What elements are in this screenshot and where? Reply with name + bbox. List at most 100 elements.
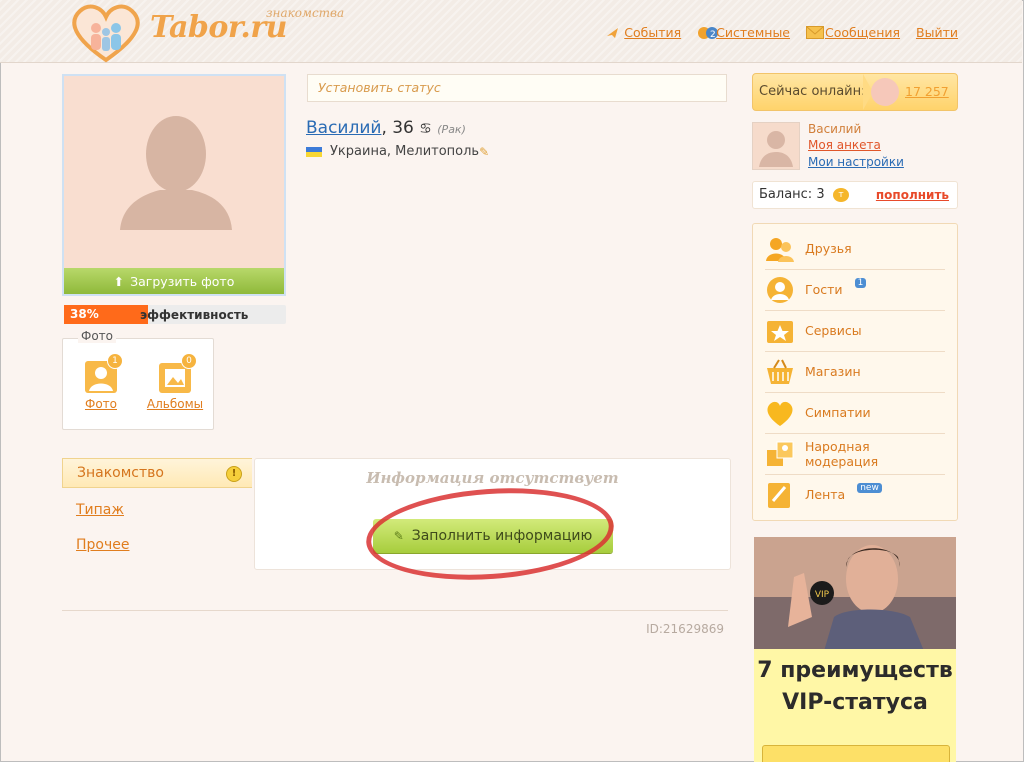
feed-icon [765, 481, 795, 509]
svg-text:2: 2 [710, 30, 716, 40]
balance-box: Баланс: 3 т пополнить [752, 181, 958, 209]
moderation-icon [765, 440, 795, 468]
my-name: Василий [808, 122, 862, 136]
my-avatar[interactable] [752, 122, 800, 170]
photo-count-badge: 1 [107, 353, 123, 369]
albums-icon: 0 [159, 353, 197, 393]
sidebar-item-moderation[interactable]: Народная модерация [765, 433, 945, 475]
sidebar-item-friends[interactable]: Друзья [765, 228, 945, 270]
photo-link[interactable]: Фото [83, 397, 119, 411]
sidebar-item-services[interactable]: Сервисы [765, 310, 945, 352]
avatar-photo[interactable]: ⬆ Загрузить фото [62, 74, 286, 296]
my-profile-link[interactable]: Моя анкета [808, 138, 881, 152]
tab-other[interactable]: Прочее [62, 533, 252, 558]
sidebar-item-likes[interactable]: Симпатии [765, 392, 945, 434]
nav-logout-label: Выйти [916, 25, 958, 40]
efficiency-bar: 38% эффективность [64, 305, 286, 324]
basket-icon [765, 358, 795, 386]
coin-icon: т [833, 188, 849, 202]
sidebar-item-guests[interactable]: Гости 1 [765, 269, 945, 311]
sidebar-menu: Друзья Гости 1 Сервисы Магазин Симпатии Н… [752, 223, 958, 521]
tab-dating-label: Знакомство [77, 465, 164, 481]
online-count-link[interactable]: 17 257 [905, 84, 949, 99]
user-location: Украина, Мелитополь ✎ [306, 144, 489, 159]
ukraine-flag-icon [306, 146, 322, 157]
divider [62, 610, 728, 611]
ad-title: 7 преимуществ VIP-статуса [754, 655, 956, 719]
ad-vip-badge: VIP [815, 590, 830, 600]
online-label: Сейчас онлайн: [759, 84, 866, 99]
ad-person-illustration: VIP [754, 537, 956, 651]
photo-section-title: Фото [78, 329, 117, 343]
sidebar-item-label: Магазин [805, 364, 861, 379]
efficiency-percent: 38% [70, 307, 99, 321]
ad-title-line2: VIP-статуса [782, 690, 928, 715]
zodiac-name: (Рак) [437, 123, 466, 136]
warning-icon: ! [226, 466, 242, 482]
info-icon: 2 [697, 26, 719, 40]
albums-item[interactable]: 0 Альбомы [145, 353, 205, 411]
top-nav: События 2 Системные Сообщения Выйти [605, 25, 958, 40]
sidebar-item-label: Симпатии [805, 405, 871, 420]
bell-icon [605, 26, 620, 39]
user-name-link[interactable]: Василий [306, 118, 381, 138]
logo-heart-icon [72, 4, 140, 63]
nav-system-link[interactable]: 2 Системные [697, 25, 790, 40]
nav-logout-link[interactable]: Выйти [916, 25, 958, 40]
status-input[interactable]: Установить статус [307, 74, 727, 102]
nav-messages-link[interactable]: Сообщения [806, 25, 900, 40]
upload-arrow-icon: ⬆ [113, 273, 125, 289]
guests-badge: 1 [854, 277, 867, 288]
nav-system-label: Системные [716, 25, 790, 40]
header: знакомства Tabor.ru События 2 Системные … [0, 0, 1022, 63]
friends-icon [765, 235, 795, 263]
heart-icon [765, 399, 795, 427]
user-id: ID:21629869 [646, 622, 724, 636]
sidebar-item-label: Сервисы [805, 323, 862, 338]
nav-messages-label: Сообщения [825, 25, 901, 40]
sidebar-item-label: Лента [805, 487, 846, 502]
guests-icon [765, 276, 795, 304]
star-icon [765, 317, 795, 345]
tab-type[interactable]: Типаж [62, 498, 252, 523]
nav-events-label: События [624, 25, 682, 40]
albums-link[interactable]: Альбомы [145, 397, 205, 411]
ad-caption: 7 преимуществ VIP-статуса [754, 649, 956, 762]
user-age: , 36 [381, 118, 414, 138]
photo-item[interactable]: 1 Фото [83, 353, 123, 411]
ad-photo: VIP [754, 537, 956, 651]
sidebar-item-label: Народная модерация [805, 438, 879, 469]
feed-new-badge: new [857, 482, 882, 493]
online-counter: Сейчас онлайн: 17 257 [752, 73, 958, 111]
my-settings-link[interactable]: Мои настройки [808, 155, 904, 169]
balance-label: Баланс: 3 [759, 187, 825, 202]
my-account: Василий Моя анкета Мои настройки [752, 122, 958, 172]
albums-count-badge: 0 [181, 353, 197, 369]
nav-events-link[interactable]: События [605, 25, 681, 40]
location-text: Украина, Мелитополь [330, 144, 480, 159]
upload-photo-label: Загрузить фото [130, 273, 235, 289]
photo-section: 1 Фото 0 Альбомы [62, 338, 214, 430]
ad-title-line1: 7 преимуществ [757, 658, 953, 683]
vip-ad-banner[interactable]: VIP 7 преимуществ VIP-статуса [754, 537, 956, 762]
sidebar-item-label: Друзья [805, 241, 852, 256]
user-silhouette-icon [759, 131, 793, 167]
user-silhouette-icon [120, 116, 232, 230]
online-avatar-icon [871, 78, 899, 106]
profile-section-menu: Знакомство ! Типаж Прочее [62, 458, 252, 558]
envelope-icon [806, 26, 824, 39]
ad-button[interactable] [762, 745, 950, 762]
sidebar-item-feed[interactable]: Лента new [765, 474, 945, 515]
zodiac-icon: ♋ [419, 121, 432, 137]
sidebar-item-shop[interactable]: Магазин [765, 351, 945, 393]
logo-text[interactable]: Tabor.ru [150, 10, 288, 45]
edit-location-icon[interactable]: ✎ [479, 145, 489, 159]
topup-link[interactable]: пополнить [876, 188, 949, 202]
efficiency-label: эффективность [140, 308, 249, 322]
info-empty-text: Информация отсутствует [366, 469, 619, 487]
user-name-line: Василий, 36 ♋ (Рак) [306, 118, 466, 138]
photo-icon: 1 [85, 353, 123, 393]
upload-photo-button[interactable]: ⬆ Загрузить фото [64, 268, 284, 294]
tab-dating[interactable]: Знакомство ! [62, 458, 252, 488]
sidebar-item-label: Гости [805, 282, 843, 297]
